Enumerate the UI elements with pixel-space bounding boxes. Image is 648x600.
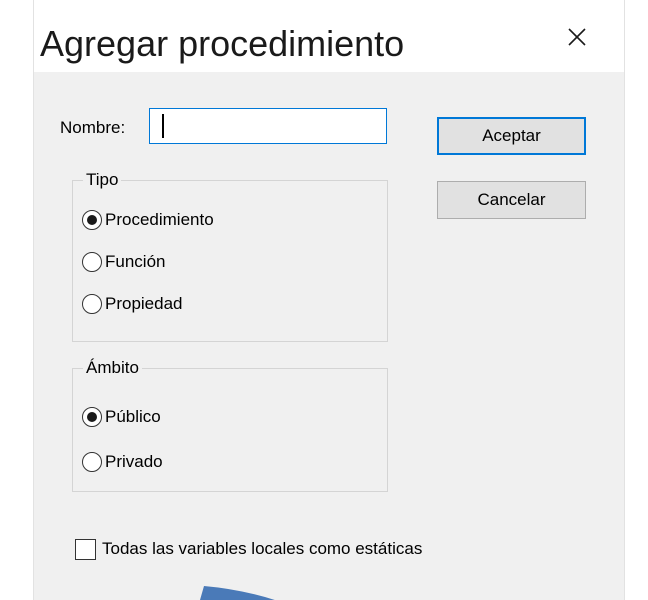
annotation-arrow-icon (200, 586, 275, 600)
screen: Agregar procedimiento Nombre: Aceptar Ca… (0, 0, 648, 600)
